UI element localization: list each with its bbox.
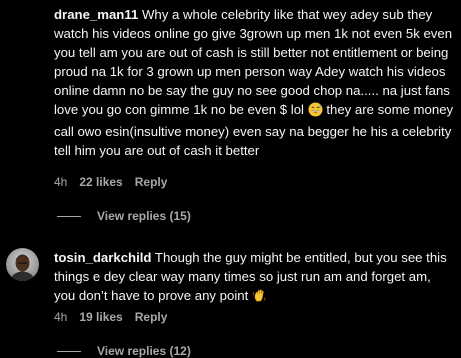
comment-body: drane_man11 Why a whole celebrity like t…: [54, 5, 454, 160]
comment-text: Why a whole celebrity like that wey adey…: [54, 7, 453, 117]
waving-hand-emoji-icon: [252, 288, 267, 308]
comment-likes[interactable]: 19 likes: [79, 310, 122, 324]
comment-username[interactable]: drane_man11: [54, 7, 138, 22]
comment-likes[interactable]: 22 likes: [79, 175, 122, 189]
view-replies-button[interactable]: View replies (15): [57, 209, 191, 223]
view-replies-button[interactable]: View replies (12): [57, 344, 191, 358]
view-replies-label: View replies (15): [97, 209, 191, 223]
comment-time: 4h: [54, 175, 68, 189]
comment-body: tosin_darkchild Though the guy might be …: [54, 248, 454, 308]
comment-time: 4h: [54, 310, 68, 324]
grinning-sweat-emoji-icon: [308, 102, 323, 122]
comment-meta: 4h 19 likes Reply: [54, 310, 167, 324]
comment-username[interactable]: tosin_darkchild: [54, 250, 151, 265]
replies-divider-line: [57, 215, 81, 217]
comment-meta: 4h 22 likes Reply: [54, 175, 167, 189]
replies-divider-line: [57, 350, 81, 352]
view-replies-label: View replies (12): [97, 344, 191, 358]
reply-button[interactable]: Reply: [135, 175, 168, 189]
avatar[interactable]: [6, 248, 39, 281]
reply-button[interactable]: Reply: [135, 310, 168, 324]
